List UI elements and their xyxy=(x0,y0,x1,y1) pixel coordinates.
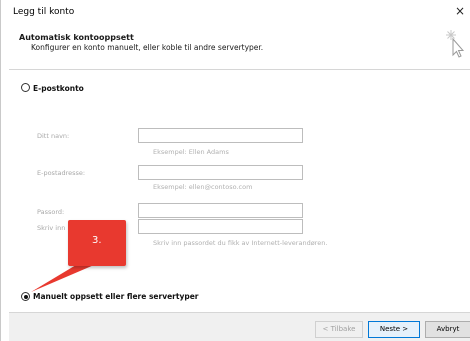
retype-password-label: Skriv inn xyxy=(37,224,66,232)
radio-manual-setup[interactable] xyxy=(21,292,30,301)
email-label: E-postadresse: xyxy=(37,169,86,177)
email-hint: Eksempel: ellen@contoso.com xyxy=(153,183,253,191)
password-field[interactable] xyxy=(138,203,303,218)
step-callout: 3. xyxy=(68,220,126,266)
name-hint: Eksempel: Ellen Adams xyxy=(153,148,229,156)
wizard-body: E-postkonto Ditt navn: Eksempel: Ellen A… xyxy=(9,70,470,312)
password-label: Passord: xyxy=(37,208,65,216)
add-account-dialog: Legg til konto × Automatisk kontooppsett… xyxy=(0,0,470,341)
wizard-footer: < Tilbake Neste > Avbryt xyxy=(9,313,470,341)
wizard-header: Automatisk kontooppsett Konfigurer en ko… xyxy=(9,26,470,70)
back-button[interactable]: < Tilbake xyxy=(315,321,363,338)
header-title: Automatisk kontooppsett xyxy=(19,33,134,42)
radio-manual-setup-label[interactable]: Manuelt oppsett eller flere servertyper xyxy=(33,292,199,301)
email-field[interactable] xyxy=(138,165,303,180)
radio-email-account-label[interactable]: E-postkonto xyxy=(33,84,84,93)
close-icon[interactable]: × xyxy=(453,4,467,18)
cancel-button[interactable]: Avbryt xyxy=(425,321,470,338)
name-field[interactable] xyxy=(138,128,303,143)
window-title: Legg til konto xyxy=(13,7,75,17)
title-bar: Legg til konto × xyxy=(1,0,470,26)
retype-password-hint: Skriv inn passordet du fikk av Internett… xyxy=(153,239,328,247)
name-label: Ditt navn: xyxy=(37,132,70,140)
radio-email-account[interactable] xyxy=(21,83,30,92)
retype-password-field[interactable] xyxy=(138,219,303,234)
cursor-sparkle-icon xyxy=(446,30,465,58)
step-callout-text: 3. xyxy=(92,235,102,246)
next-button[interactable]: Neste > xyxy=(368,321,420,338)
header-subtitle: Konfigurer en konto manuelt, eller koble… xyxy=(31,43,264,52)
